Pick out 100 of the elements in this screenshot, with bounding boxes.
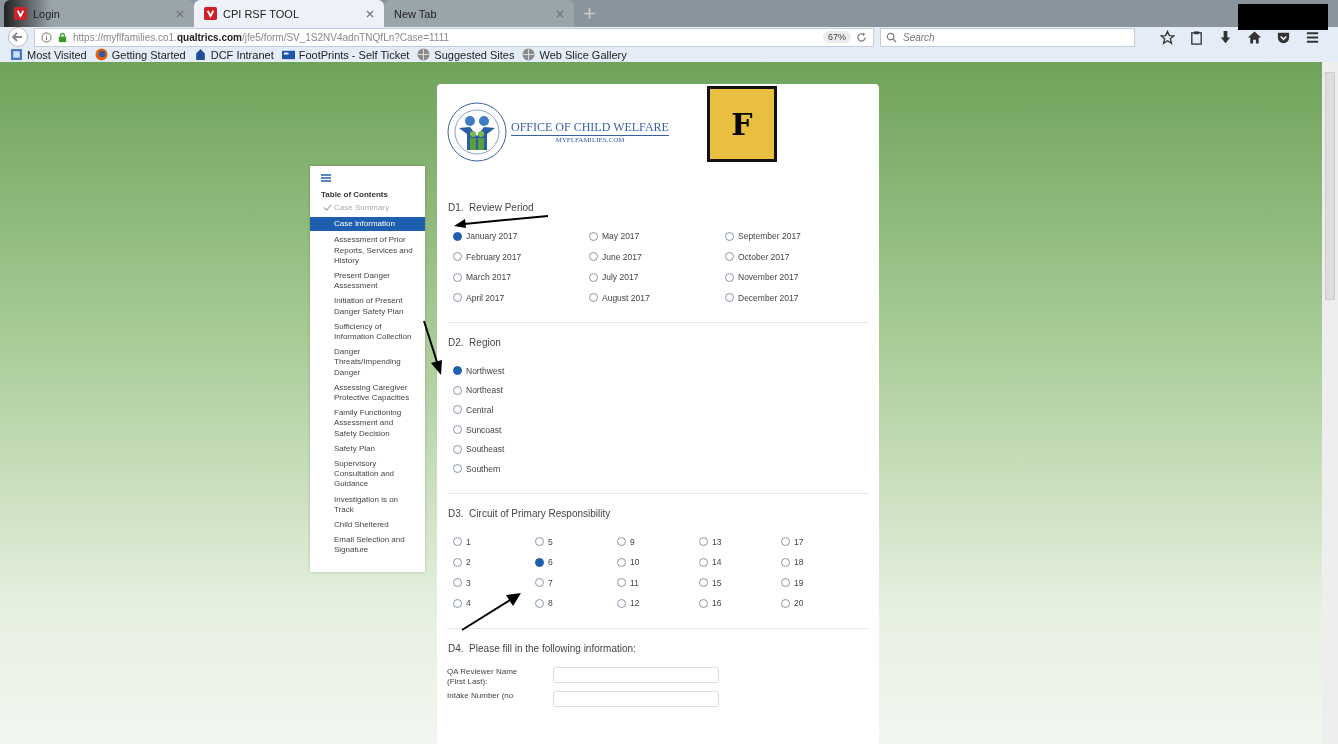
- toc-item[interactable]: Case Information: [310, 217, 425, 232]
- radio-button[interactable]: [589, 293, 598, 303]
- toc-item[interactable]: Safety Plan: [310, 442, 425, 459]
- radio-option[interactable]: 11: [617, 572, 639, 594]
- radio-button[interactable]: [699, 578, 708, 588]
- radio-button[interactable]: [589, 252, 598, 262]
- radio-option[interactable]: 20: [781, 593, 804, 614]
- menu-icon[interactable]: [1305, 29, 1320, 45]
- toc-item[interactable]: Family Functioning Assessment and Safety Decision: [310, 407, 425, 443]
- star-icon[interactable]: [1160, 29, 1175, 45]
- radio-button[interactable]: [699, 537, 708, 547]
- radio-option[interactable]: September 2017: [725, 226, 801, 247]
- radio-option[interactable]: 17: [781, 531, 804, 553]
- radio-option[interactable]: November 2017: [725, 267, 799, 288]
- radio-button[interactable]: [781, 578, 790, 588]
- radio-button[interactable]: [699, 598, 708, 608]
- radio-option[interactable]: 9: [617, 531, 635, 553]
- radio-button[interactable]: [699, 557, 708, 567]
- radio-button[interactable]: [617, 557, 626, 567]
- radio-button[interactable]: [535, 537, 544, 547]
- text-field[interactable]: [553, 666, 719, 683]
- zoom-level[interactable]: 67%: [823, 31, 851, 43]
- radio-button[interactable]: [453, 598, 462, 608]
- radio-button[interactable]: [453, 252, 462, 262]
- radio-button[interactable]: [453, 272, 462, 282]
- radio-option[interactable]: 16: [699, 593, 722, 614]
- radio-option[interactable]: 1: [453, 531, 471, 553]
- radio-option[interactable]: 7: [535, 572, 553, 594]
- radio-option[interactable]: 15: [699, 572, 722, 594]
- radio-option[interactable]: 5: [535, 531, 553, 553]
- radio-button[interactable]: [453, 366, 462, 376]
- toc-item[interactable]: Danger Threats/Impending Danger: [310, 346, 425, 382]
- bookmark-link[interactable]: Web Slice Gallery: [522, 48, 627, 61]
- radio-option[interactable]: 10: [617, 552, 640, 573]
- close-icon[interactable]: [176, 9, 184, 18]
- radio-button[interactable]: [781, 598, 790, 608]
- browser-tab[interactable]: CPI RSF TOOL: [194, 0, 384, 27]
- toc-item[interactable]: Initiation of Present Danger Safety Plan: [310, 295, 425, 321]
- radio-button[interactable]: [781, 557, 790, 567]
- radio-option[interactable]: Northwest: [453, 361, 505, 381]
- radio-option[interactable]: December 2017: [725, 287, 799, 308]
- scrollbar[interactable]: [1322, 62, 1338, 744]
- radio-button[interactable]: [453, 578, 462, 588]
- radio-option[interactable]: Northeast: [453, 380, 503, 401]
- toc-item[interactable]: Assessment of Prior Reports, Services and History: [310, 234, 425, 270]
- new-tab-icon[interactable]: [584, 8, 595, 19]
- radio-button[interactable]: [589, 231, 598, 241]
- radio-option[interactable]: 6: [535, 552, 553, 573]
- radio-button[interactable]: [589, 272, 598, 282]
- radio-option[interactable]: 2: [453, 552, 471, 573]
- radio-option[interactable]: Southern: [453, 458, 501, 479]
- radio-option[interactable]: 14: [699, 552, 722, 573]
- bookmark-link[interactable]: FootPrints - Self Ticket: [281, 48, 410, 61]
- radio-option[interactable]: July 2017: [589, 267, 639, 288]
- radio-option[interactable]: 12: [617, 593, 640, 614]
- bookmark-link[interactable]: Getting Started: [94, 48, 186, 61]
- toc-item[interactable]: Assessing Caregiver Protective Capacities: [310, 381, 425, 408]
- close-icon[interactable]: [366, 9, 374, 18]
- radio-button[interactable]: [617, 598, 626, 608]
- radio-button[interactable]: [453, 464, 462, 474]
- radio-option[interactable]: 8: [535, 593, 553, 614]
- radio-option[interactable]: October 2017: [725, 246, 790, 267]
- radio-button[interactable]: [781, 537, 790, 547]
- search-field[interactable]: Search: [880, 27, 1135, 47]
- radio-option[interactable]: February 2017: [453, 246, 522, 267]
- clipboard-icon[interactable]: [1189, 29, 1204, 45]
- toc-item[interactable]: Present Danger Assessment: [310, 270, 425, 296]
- radio-button[interactable]: [535, 557, 544, 567]
- radio-button[interactable]: [453, 425, 462, 435]
- radio-button[interactable]: [725, 293, 734, 303]
- radio-option[interactable]: 13: [699, 531, 722, 553]
- radio-option[interactable]: April 2017: [453, 287, 505, 308]
- radio-option[interactable]: 18: [781, 552, 804, 573]
- address-bar[interactable]: https://myflfamilies.co1.qualtrics.com/jfe5/form/SV_1S2NV4adnTNQfLn?Case=1111 67%: [34, 27, 874, 47]
- bookmark-link[interactable]: Suggested Sites: [417, 48, 515, 61]
- radio-option[interactable]: Suncoast: [453, 419, 502, 440]
- browser-tab[interactable]: New Tab: [384, 0, 574, 27]
- radio-button[interactable]: [453, 231, 462, 241]
- radio-option[interactable]: January 2017: [453, 226, 518, 247]
- browser-tab[interactable]: Login: [4, 0, 194, 27]
- bookmark-link[interactable]: Most Visited: [10, 48, 87, 61]
- radio-button[interactable]: [617, 537, 626, 547]
- reload-icon[interactable]: [856, 31, 867, 43]
- scrollbar-thumb[interactable]: [1325, 72, 1335, 300]
- toc-item[interactable]: Child Sheltered: [310, 519, 425, 535]
- radio-button[interactable]: [453, 385, 462, 395]
- radio-button[interactable]: [453, 405, 462, 415]
- radio-button[interactable]: [725, 231, 734, 241]
- radio-button[interactable]: [535, 598, 544, 608]
- radio-button[interactable]: [535, 578, 544, 588]
- toc-item[interactable]: Sufficiency of Information Collection: [310, 320, 425, 347]
- radio-button[interactable]: [453, 557, 462, 567]
- back-icon[interactable]: [8, 27, 28, 47]
- radio-button[interactable]: [453, 444, 462, 454]
- radio-button[interactable]: [725, 252, 734, 262]
- radio-option[interactable]: May 2017: [589, 226, 640, 247]
- text-field[interactable]: [553, 690, 719, 707]
- home-icon[interactable]: [1247, 29, 1262, 45]
- radio-button[interactable]: [453, 293, 462, 303]
- radio-option[interactable]: August 2017: [589, 287, 650, 308]
